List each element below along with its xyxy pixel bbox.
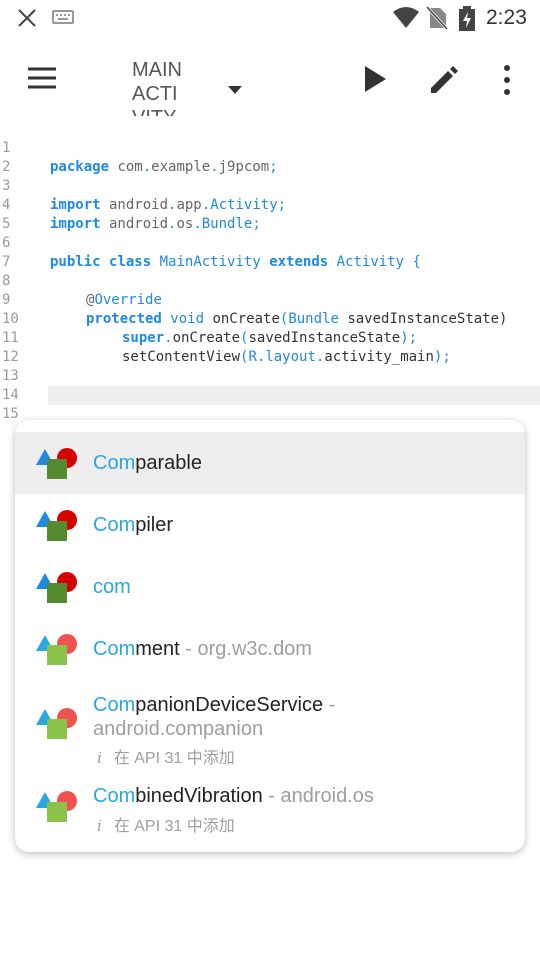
suggestion-name: parable bbox=[135, 452, 202, 474]
code-line: 8 @Override bbox=[0, 253, 540, 308]
api-note: 在 API 31 中添加 bbox=[113, 750, 235, 767]
suggestion-item[interactable]: CombinedVibration - android.os i 在 API 31… bbox=[15, 770, 525, 844]
dropdown-arrow-icon[interactable] bbox=[226, 84, 244, 96]
toolbar: MAINACTIVITY bbox=[0, 40, 540, 116]
code-line: 14 bbox=[0, 367, 540, 403]
package-icon bbox=[36, 572, 77, 603]
suggestion-name: panionDeviceService bbox=[135, 694, 324, 716]
file-title[interactable]: MAINACTIVITY bbox=[132, 58, 182, 116]
no-sim-icon bbox=[426, 6, 448, 30]
current-line-highlight bbox=[48, 386, 540, 405]
api-note: 在 API 31 中添加 bbox=[113, 818, 235, 835]
suggestion-match: Com bbox=[93, 694, 136, 716]
interface-icon bbox=[36, 791, 77, 822]
status-bar: 2:23 bbox=[0, 0, 540, 36]
status-time: 2:23 bbox=[486, 6, 527, 29]
suggestion-match: Com bbox=[93, 452, 136, 474]
wifi-icon bbox=[393, 7, 419, 28]
code-line: 10 super.onCreate(savedInstanceState); bbox=[0, 291, 540, 346]
suggestion-item[interactable]: Comparable bbox=[15, 432, 525, 494]
suggestion-name: ment bbox=[135, 638, 180, 660]
class-icon bbox=[36, 510, 77, 541]
suggestion-match: Com bbox=[93, 785, 136, 807]
code-editor[interactable]: 1 package com.example.j9pcom; 2 3 import… bbox=[0, 120, 540, 460]
code-line: 1 package com.example.j9pcom; bbox=[0, 120, 540, 175]
battery-charging-icon bbox=[459, 6, 475, 31]
suggestion-item[interactable]: com bbox=[15, 556, 525, 618]
close-icon[interactable] bbox=[16, 7, 38, 29]
code-line: 6 public class MainActivity extends Acti… bbox=[0, 215, 540, 270]
keyboard-icon bbox=[52, 10, 74, 24]
suggestion-package-line: android.companion bbox=[93, 718, 264, 740]
suggestion-name: piler bbox=[135, 514, 174, 536]
code-line: 13 } bbox=[0, 348, 540, 403]
autocomplete-popup: Comparable Compiler com Comment - org.w3… bbox=[15, 420, 525, 852]
class-icon bbox=[36, 448, 77, 479]
code-line: 5 bbox=[0, 196, 540, 232]
more-options-icon[interactable] bbox=[500, 64, 514, 96]
hamburger-menu-icon[interactable] bbox=[26, 66, 58, 90]
info-icon: i bbox=[97, 749, 102, 767]
code-line: 3 import android.app.Activity; bbox=[0, 158, 540, 213]
suggestion-name: binedVibration bbox=[135, 785, 263, 807]
code-line: 11 setContentView(R.layout.activity_main… bbox=[0, 310, 540, 365]
suggestion-match: Com bbox=[93, 514, 136, 536]
suggestion-package: - bbox=[323, 694, 336, 716]
info-icon: i bbox=[97, 817, 102, 835]
code-line: 4 import android.os.Bundle; bbox=[0, 177, 540, 232]
code-line: 2 bbox=[0, 139, 540, 175]
edit-pencil-icon[interactable] bbox=[428, 64, 460, 96]
code-line: 7 bbox=[0, 234, 540, 270]
suggestion-item[interactable]: CompanionDeviceService - android.compani… bbox=[15, 680, 525, 770]
interface-icon bbox=[36, 708, 77, 739]
suggestion-item[interactable]: Compiler bbox=[15, 494, 525, 556]
suggestion-match: com bbox=[93, 576, 131, 598]
run-play-icon[interactable] bbox=[362, 64, 388, 94]
interface-icon bbox=[36, 634, 77, 665]
code-line-current: 15 } www.j9p.com bbox=[0, 386, 540, 460]
suggestion-package: - android.os bbox=[262, 785, 374, 807]
suggestion-item[interactable]: Comment - org.w3c.dom bbox=[15, 618, 525, 680]
suggestion-package: - org.w3c.dom bbox=[179, 638, 312, 660]
suggestion-match: Com bbox=[93, 638, 136, 660]
code-line: 9 protected void onCreate(Bundle savedIn… bbox=[0, 272, 540, 327]
code-line: 12 bbox=[0, 329, 540, 365]
